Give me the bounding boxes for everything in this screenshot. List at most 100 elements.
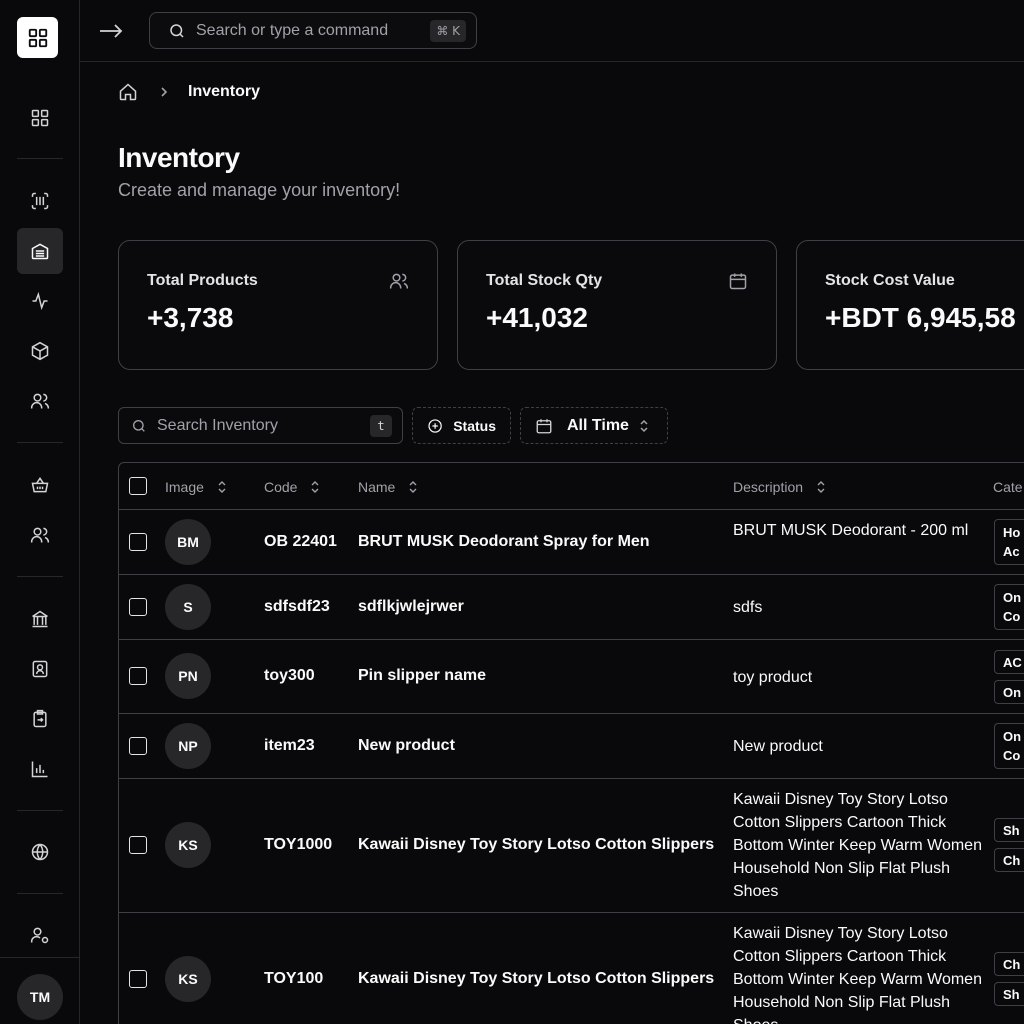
- nav-website[interactable]: [17, 829, 63, 875]
- table-row[interactable]: S sdfsdf23 sdflkjwlejrwer sdfs On Co: [119, 575, 1024, 640]
- dashboard-logo-icon: [28, 28, 47, 47]
- product-description: Kawaii Disney Toy Story Lotso Cotton Sli…: [733, 791, 982, 900]
- row-checkbox[interactable]: [129, 737, 147, 755]
- bank-icon: [32, 610, 48, 628]
- column-header-category[interactable]: Cate: [993, 463, 1023, 510]
- table-header: Image Code Name Description Cate: [119, 463, 1024, 510]
- nav-scanner[interactable]: [17, 178, 63, 224]
- row-checkbox[interactable]: [129, 533, 147, 551]
- nav-dashboard[interactable]: [17, 95, 63, 141]
- category-badge: Sh: [994, 818, 1024, 842]
- category-badge: On Co: [994, 584, 1024, 630]
- user-settings-icon: [30, 927, 49, 944]
- column-header-code[interactable]: Code: [264, 463, 319, 510]
- nav-reports[interactable]: [17, 746, 63, 792]
- nav-inventory[interactable]: [17, 228, 63, 274]
- select-all-checkbox[interactable]: [129, 477, 147, 495]
- nav-contacts[interactable]: [17, 646, 63, 692]
- status-filter-button[interactable]: Status: [412, 407, 511, 444]
- time-filter-button[interactable]: All Time: [520, 407, 668, 444]
- nav-products[interactable]: [17, 328, 63, 374]
- stat-card-total-products: Total Products +3,738: [118, 240, 438, 370]
- category-badge: Ho Ac: [994, 519, 1024, 565]
- category-badge: Ch: [994, 952, 1024, 976]
- command-search[interactable]: Search or type a command ⌘ K: [149, 12, 477, 49]
- inventory-table: Image Code Name Description Cate BM OB 2…: [118, 462, 1024, 1024]
- command-shortcut-badge: ⌘ K: [430, 20, 466, 42]
- product-code: TOY1000: [264, 836, 333, 853]
- user-avatar[interactable]: TM: [17, 974, 63, 1020]
- table-row[interactable]: NP item23 New product New product On Co: [119, 714, 1024, 779]
- category-badge: On Co: [994, 723, 1024, 769]
- category-badge: On: [994, 680, 1024, 704]
- product-description: New product: [733, 738, 823, 755]
- nav-divider: [17, 442, 63, 443]
- product-name: sdflkjwlejrwer: [358, 598, 464, 615]
- search-icon: [133, 419, 145, 432]
- product-code: item23: [264, 737, 315, 754]
- product-code: TOY100: [264, 970, 324, 987]
- stat-value: +41,032: [486, 302, 588, 333]
- app-root: TM Search or type a command ⌘ K Inventor…: [0, 0, 1024, 1024]
- product-avatar: KS: [165, 956, 211, 1002]
- row-checkbox[interactable]: [129, 598, 147, 616]
- calendar-icon: [536, 418, 552, 433]
- nav-users[interactable]: [17, 378, 63, 424]
- table-row[interactable]: PN toy300 Pin slipper name toy product A…: [119, 640, 1024, 714]
- table-row[interactable]: BM OB 22401 BRUT MUSK Deodorant Spray fo…: [119, 510, 1024, 575]
- package-icon: [31, 341, 49, 361]
- row-checkbox[interactable]: [129, 667, 147, 685]
- stat-label: Stock Cost Value: [825, 272, 955, 289]
- stat-value: +BDT 6,945,58: [825, 302, 1016, 333]
- inventory-search-input[interactable]: Search Inventory t: [118, 407, 403, 444]
- row-checkbox[interactable]: [129, 836, 147, 854]
- nav-user-settings[interactable]: [17, 912, 63, 958]
- nav-bank[interactable]: [17, 596, 63, 642]
- row-checkbox[interactable]: [129, 970, 147, 988]
- product-avatar: NP: [165, 723, 211, 769]
- stat-label: Total Products: [147, 272, 258, 289]
- nav-expenses[interactable]: [17, 696, 63, 742]
- users-icon: [30, 393, 50, 409]
- sidebar-toggle-button[interactable]: [98, 18, 124, 44]
- nav-customers[interactable]: [17, 512, 63, 558]
- status-filter-label: Status: [453, 417, 496, 434]
- product-description: Kawaii Disney Toy Story Lotso Cotton Sli…: [733, 925, 982, 1024]
- category-badge: Sh: [994, 982, 1024, 1006]
- stat-card-stock-cost: Stock Cost Value +BDT 6,945,58: [796, 240, 1024, 370]
- globe-icon: [31, 843, 49, 861]
- page-subtitle: Create and manage your inventory!: [118, 180, 401, 200]
- product-avatar: PN: [165, 653, 211, 699]
- command-search-placeholder: Search or type a command: [196, 21, 389, 39]
- column-header-description[interactable]: Description: [733, 463, 825, 510]
- nav-activity[interactable]: [17, 278, 63, 324]
- users-icon: [389, 273, 409, 289]
- product-name: Pin slipper name: [358, 667, 487, 684]
- warehouse-icon: [31, 243, 49, 260]
- stat-card-total-stock: Total Stock Qty +41,032: [457, 240, 777, 370]
- sort-icon: [311, 480, 319, 493]
- nav-divider: [17, 158, 63, 159]
- grid-icon: [31, 109, 49, 127]
- chevron-up-down-icon: [640, 419, 648, 432]
- home-icon[interactable]: [118, 82, 138, 102]
- table-row[interactable]: KS TOY100 Kawaii Disney Toy Story Lotso …: [119, 913, 1024, 1024]
- users-icon: [30, 527, 50, 543]
- nav-divider: [17, 893, 63, 894]
- chevron-right-icon: [161, 87, 168, 97]
- basket-icon: [31, 476, 49, 493]
- nav-divider: [17, 810, 63, 811]
- product-code: toy300: [264, 667, 315, 684]
- nav-orders[interactable]: [17, 462, 63, 508]
- column-header-name[interactable]: Name: [358, 463, 417, 510]
- app-logo[interactable]: [17, 17, 58, 58]
- column-header-image[interactable]: Image: [165, 463, 226, 510]
- bar-chart-icon: [31, 761, 48, 778]
- product-name: Kawaii Disney Toy Story Lotso Cotton Sli…: [358, 836, 715, 853]
- category-badge: Ch: [994, 848, 1024, 872]
- stat-label: Total Stock Qty: [486, 272, 603, 289]
- page-title: Inventory: [118, 142, 240, 173]
- time-filter-label: All Time: [567, 416, 629, 434]
- table-row[interactable]: KS TOY1000 Kawaii Disney Toy Story Lotso…: [119, 779, 1024, 913]
- nav-divider: [17, 576, 63, 577]
